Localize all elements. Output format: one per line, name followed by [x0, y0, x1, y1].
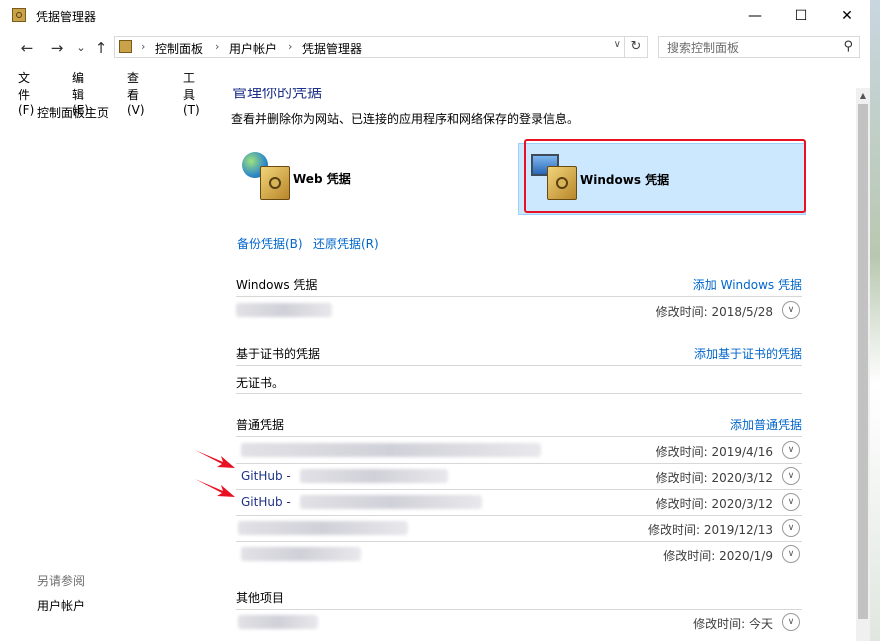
window-title: 凭据管理器 [36, 10, 97, 24]
web-credentials-label: Web 凭据 [293, 172, 351, 186]
vertical-scrollbar[interactable]: ▲ [856, 88, 870, 641]
scrollbar-thumb[interactable] [858, 104, 868, 619]
credential-name: GitHub - [241, 495, 291, 509]
close-button[interactable]: ✕ [824, 0, 870, 32]
generic-credentials-section-title: 普通凭据 [236, 418, 285, 432]
add-windows-credential-link[interactable]: 添加 Windows 凭据 [693, 276, 802, 293]
credential-manager-window: 凭据管理器 — ☐ ✕ ← → ⌄ ↑ › 控制面板 › 用户帐户 › 凭据管理… [0, 0, 870, 641]
certificate-credentials-section-title: 基于证书的凭据 [236, 347, 321, 361]
divider [236, 393, 802, 394]
recent-locations-chevron-icon[interactable]: ⌄ [71, 38, 91, 58]
no-certificates-text: 无证书。 [236, 376, 285, 390]
credential-name: GitHub - [241, 469, 291, 483]
credential-manager-icon [12, 8, 26, 22]
divider [236, 436, 802, 437]
other-items-section-title: 其他项目 [236, 591, 285, 605]
breadcrumb-separator-icon: › [288, 40, 293, 53]
backup-credentials-link[interactable]: 备份凭据(B) [237, 235, 303, 252]
divider [236, 296, 802, 297]
back-arrow-icon[interactable]: ← [17, 38, 37, 58]
address-dropdown-icon[interactable]: ∨ [614, 39, 621, 50]
expand-chevron-icon[interactable]: ∨ [782, 493, 800, 511]
control-panel-icon [119, 40, 132, 53]
scroll-up-icon[interactable]: ▲ [856, 90, 870, 102]
windows-credentials-section-title: Windows 凭据 [236, 278, 318, 292]
redacted-credential-name [241, 547, 361, 561]
credential-row[interactable]: 修改时间: 2020/1/9 ∨ [236, 542, 802, 567]
annotation-arrow-icon [195, 450, 235, 468]
redacted-credential-name [241, 443, 541, 457]
maximize-button[interactable]: ☐ [778, 0, 824, 32]
expand-chevron-icon[interactable]: ∨ [782, 613, 800, 631]
modified-time: 修改时间: 2019/12/13 [647, 523, 773, 537]
credential-row[interactable]: 修改时间: 今天 ∨ [236, 610, 802, 635]
credential-row[interactable]: GitHub - 修改时间: 2020/3/12 ∨ [236, 464, 802, 489]
expand-chevron-icon[interactable]: ∨ [782, 441, 800, 459]
expand-chevron-icon[interactable]: ∨ [782, 519, 800, 537]
left-pane: 控制面板主页 另请参阅 用户帐户 [0, 88, 220, 641]
desktop-background [870, 0, 880, 641]
modified-time: 修改时间: 2019/4/16 [655, 445, 773, 459]
redacted-credential-name [236, 303, 332, 317]
modified-time: 修改时间: 2018/5/28 [655, 305, 773, 319]
modified-time: 修改时间: 2020/1/9 [663, 549, 773, 563]
main-content: 管理你的凭据 查看并删除你为网站、已连接的应用程序和网络保存的登录信息。 Web… [220, 88, 856, 641]
address-bar[interactable]: › 控制面板 › 用户帐户 › 凭据管理器 ∨ ↻ [114, 36, 648, 58]
navigation-bar: ← → ⌄ ↑ › 控制面板 › 用户帐户 › 凭据管理器 ∨ ↻ ⚲ [0, 34, 870, 62]
credential-row[interactable]: 修改时间: 2018/5/28 ∨ [236, 298, 802, 323]
divider [236, 365, 802, 366]
add-generic-credential-link[interactable]: 添加普通凭据 [730, 416, 802, 433]
expand-chevron-icon[interactable]: ∨ [782, 301, 800, 319]
credential-row[interactable]: 修改时间: 2019/4/16 ∨ [236, 438, 802, 463]
add-certificate-credential-link[interactable]: 添加基于证书的凭据 [694, 345, 802, 362]
refresh-icon[interactable]: ↻ [624, 37, 647, 57]
redacted-credential-name [300, 495, 482, 509]
expand-chevron-icon[interactable]: ∨ [782, 467, 800, 485]
up-arrow-icon[interactable]: ↑ [91, 38, 111, 58]
minimize-button[interactable]: — [732, 0, 778, 32]
search-icon[interactable]: ⚲ [843, 39, 853, 54]
breadcrumb-user-accounts[interactable]: 用户帐户 [229, 40, 277, 57]
restore-credentials-link[interactable]: 还原凭据(R) [313, 235, 379, 252]
redacted-credential-name [238, 521, 408, 535]
breadcrumb-separator-icon: › [141, 40, 146, 53]
modified-time: 修改时间: 今天 [693, 617, 773, 631]
credential-row[interactable]: GitHub - 修改时间: 2020/3/12 ∨ [236, 490, 802, 515]
search-box[interactable]: ⚲ [658, 36, 860, 59]
page-title: 管理你的凭据 [232, 88, 323, 101]
see-also-label: 另请参阅 [37, 574, 86, 588]
credential-row[interactable]: 修改时间: 2019/12/13 ∨ [236, 516, 802, 541]
search-input[interactable] [659, 37, 839, 59]
modified-time: 修改时间: 2020/3/12 [655, 497, 773, 511]
annotation-arrow-icon [195, 479, 235, 497]
redacted-credential-name [300, 469, 448, 483]
forward-arrow-icon[interactable]: → [47, 38, 67, 58]
title-bar: 凭据管理器 — ☐ ✕ [0, 0, 870, 32]
web-credentials-tile[interactable]: Web 凭据 [236, 144, 520, 214]
breadcrumb-control-panel[interactable]: 控制面板 [155, 40, 203, 57]
redacted-credential-name [238, 615, 318, 629]
breadcrumb-credential-manager[interactable]: 凭据管理器 [302, 40, 362, 57]
highlight-annotation-box [524, 139, 806, 213]
user-accounts-link[interactable]: 用户帐户 [37, 597, 85, 614]
expand-chevron-icon[interactable]: ∨ [782, 545, 800, 563]
modified-time: 修改时间: 2020/3/12 [655, 471, 773, 485]
vault-icon [260, 166, 290, 200]
page-description: 查看并删除你为网站、已连接的应用程序和网络保存的登录信息。 [231, 112, 580, 126]
control-panel-home-link[interactable]: 控制面板主页 [37, 104, 109, 121]
breadcrumb-separator-icon: › [215, 40, 220, 53]
